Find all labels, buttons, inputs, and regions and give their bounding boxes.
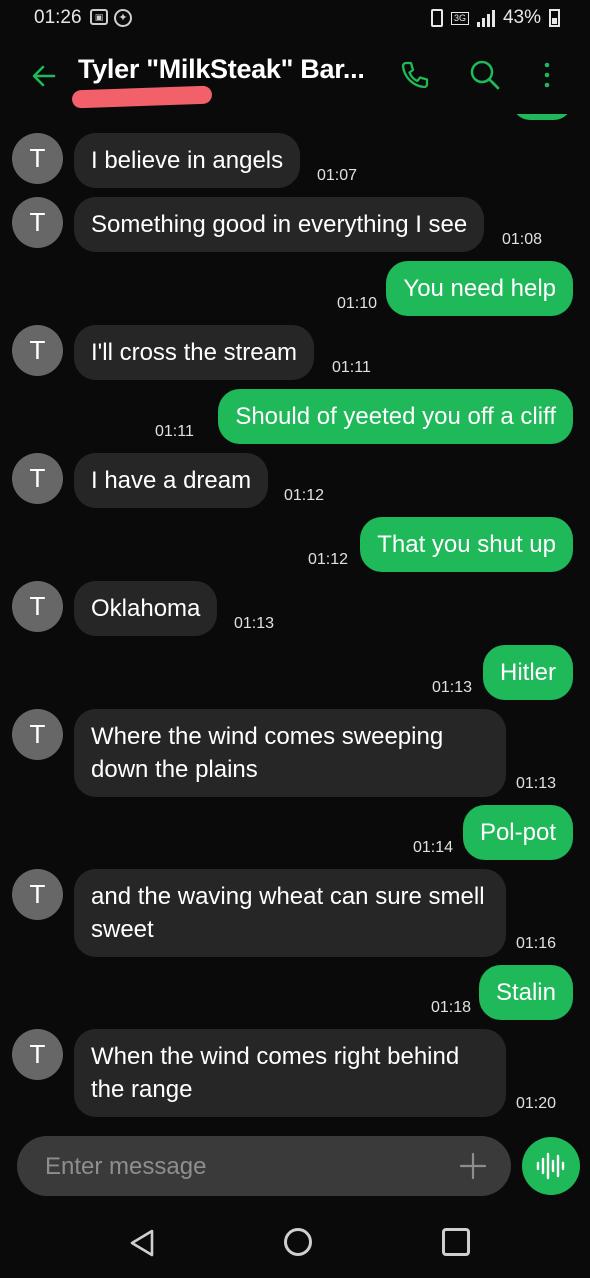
message-time: 01:07: [317, 167, 358, 184]
outgoing-message[interactable]: Hitler: [482, 645, 573, 700]
message-time: 01:16: [516, 935, 557, 952]
message-time: 01:14: [413, 839, 454, 856]
accessibility-icon: ✦: [114, 9, 132, 27]
battery-icon: [549, 9, 560, 27]
message-time: 01:11: [332, 359, 371, 376]
message-input[interactable]: Enter message: [17, 1136, 511, 1196]
message-list[interactable]: T I believe in angels 01:07 T Something …: [0, 114, 590, 1124]
screenshot-icon: ▣: [90, 9, 108, 25]
outgoing-message[interactable]: Pol-pot: [462, 805, 573, 860]
search-icon[interactable]: [468, 58, 502, 92]
redaction-mark: [71, 85, 213, 109]
network-type: 3G: [450, 11, 469, 25]
back-arrow-icon[interactable]: [28, 60, 60, 92]
avatar[interactable]: T: [12, 197, 63, 248]
waveform-icon: [536, 1152, 565, 1180]
incoming-message[interactable]: I'll cross the stream: [74, 325, 314, 380]
outgoing-message[interactable]: That you shut up: [360, 517, 573, 572]
signal-icon: [476, 9, 495, 27]
avatar[interactable]: T: [12, 133, 63, 184]
message-time: 01:12: [284, 487, 325, 504]
system-nav-bar: [0, 1206, 590, 1278]
outgoing-message[interactable]: You need help: [386, 261, 573, 316]
message-time: 01:11: [155, 423, 194, 440]
nav-home-icon[interactable]: [284, 1228, 312, 1256]
battery-percent: 43%: [502, 7, 541, 28]
vibrate-icon: [430, 9, 443, 27]
more-options-icon[interactable]: [530, 58, 564, 92]
avatar[interactable]: T: [12, 453, 63, 504]
message-time: 01:10: [337, 295, 378, 312]
nav-back-icon[interactable]: [128, 1228, 156, 1258]
incoming-message[interactable]: When the wind comes right behind the ran…: [74, 1029, 506, 1117]
incoming-message[interactable]: Where the wind comes sweeping down the p…: [74, 709, 506, 797]
status-time: 01:26: [34, 7, 82, 28]
message-time: 01:18: [431, 999, 472, 1016]
message-time: 01:12: [308, 551, 349, 568]
status-bar: 01:26 ▣ ✦ 3G 43%: [0, 0, 590, 40]
outgoing-message[interactable]: Should of yeeted you off a cliff: [218, 389, 573, 444]
message-time: 01:13: [432, 679, 473, 696]
voice-input-button[interactable]: [522, 1137, 580, 1195]
plus-icon[interactable]: [459, 1152, 487, 1180]
avatar[interactable]: T: [12, 1029, 63, 1080]
message-input-placeholder: Enter message: [45, 1153, 207, 1180]
incoming-message[interactable]: Oklahoma: [74, 581, 218, 636]
contact-name[interactable]: Tyler "MilkSteak" Bar...: [78, 54, 365, 85]
message-time: 01:08: [502, 231, 543, 248]
incoming-message[interactable]: I believe in angels: [74, 133, 301, 188]
avatar[interactable]: T: [12, 709, 63, 760]
phone-icon[interactable]: [398, 58, 432, 92]
message-time: 01:13: [234, 615, 275, 632]
incoming-message[interactable]: Something good in everything I see: [74, 197, 485, 252]
nav-recents-icon[interactable]: [442, 1228, 470, 1256]
incoming-message[interactable]: I have a dream: [74, 453, 269, 508]
avatar[interactable]: T: [12, 325, 63, 376]
avatar[interactable]: T: [12, 869, 63, 920]
conversation-header: Tyler "MilkSteak" Bar...: [0, 44, 590, 114]
outgoing-message[interactable]: Stalin: [478, 965, 573, 1020]
incoming-message[interactable]: and the waving wheat can sure smell swee…: [74, 869, 506, 957]
message-time: 01:13: [516, 775, 557, 792]
previous-message-bubble: [512, 114, 572, 120]
avatar[interactable]: T: [12, 581, 63, 632]
message-time: 01:20: [516, 1095, 557, 1112]
